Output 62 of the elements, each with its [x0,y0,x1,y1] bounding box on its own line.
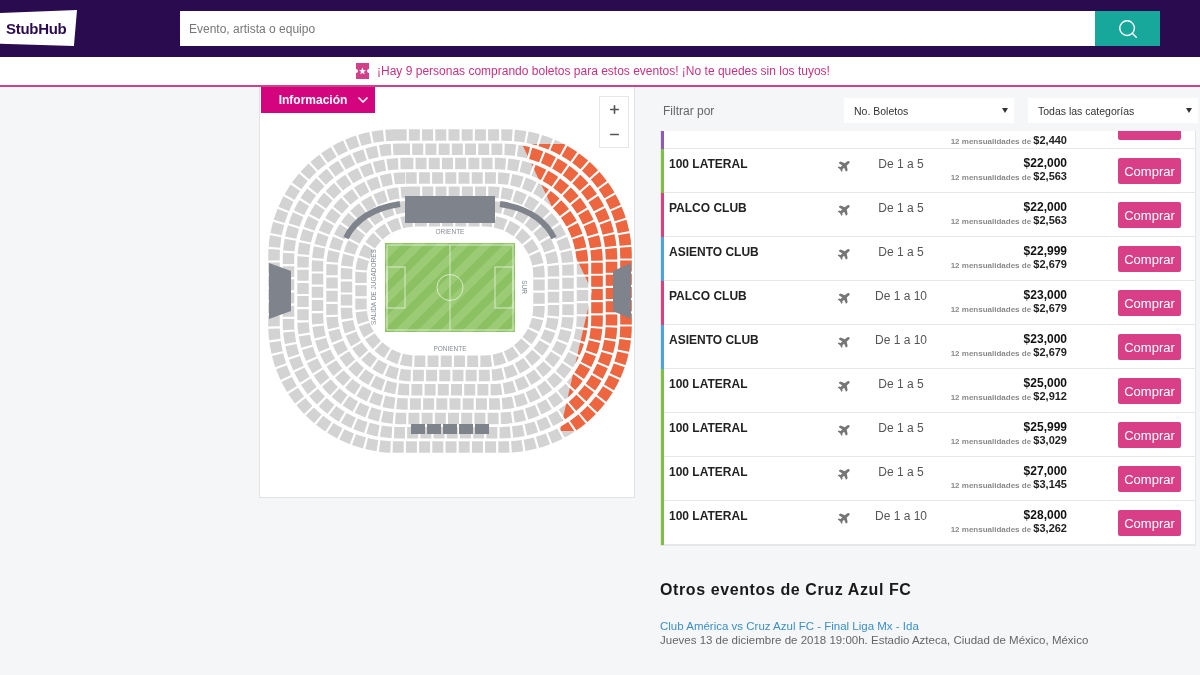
section-name: 100 LATERAL [669,509,749,523]
price: $22,000 [1023,200,1067,214]
installments-text: 12 mensualidades de $2,912 [950,390,1067,404]
section-name: 100 LATERAL [669,465,749,479]
search-field[interactable]: Evento, artista o equipo [180,11,1095,46]
plus-icon [607,103,621,116]
installments-text: 12 mensualidades de $3,145 [950,478,1067,492]
installments-text: 12 mensualidades de $2,563 [950,170,1067,184]
installments-text: 12 mensualidades de $2,563 [950,214,1067,228]
section-name: 100 LATERAL [669,157,749,171]
quantity-range: De 1 a 5 [878,465,924,479]
buy-button[interactable]: Comprar [1118,422,1181,448]
installments-text: 12 mensualidades de $3,262 [950,522,1067,536]
ticket-icon [356,63,370,79]
installments-text: 12 mensualidades de $2,440 [950,134,1067,148]
buy-button[interactable]: Comprar [1118,510,1181,536]
quantity-range: De 1 a 5 [878,157,924,171]
buy-button[interactable]: Comprar [1118,246,1181,272]
installments-text: 12 mensualidades de $2,679 [950,258,1067,272]
info-tab[interactable]: Información [261,87,375,113]
logo[interactable]: StubHub [0,10,77,46]
search-button[interactable] [1095,11,1160,46]
filter-label: Filtrar por [662,103,716,118]
price: $22,999 [1023,244,1067,258]
event-link[interactable]: Club América vs Cruz Azul FC - Final Liga Mx - Ida [660,620,919,632]
section-name: 100 LATERAL [669,421,749,435]
buy-button[interactable]: Comprar [1118,202,1181,228]
section-heading: Otros eventos de Cruz Azul FC [660,581,913,599]
price: $23,000 [1023,332,1067,346]
caret-icon [1002,108,1008,113]
section-name: PALCO CLUB [669,289,748,303]
quantity-range: De 1 a 5 [878,377,924,391]
quantity-range: De 1 a 10 [874,509,927,523]
quantity-range: De 1 a 10 [874,333,927,347]
price: $23,000 [1023,288,1067,302]
section-name: 100 LATERAL [669,377,749,391]
price: $25,000 [1023,376,1067,390]
event-details: Jueves 13 de diciembre de 2018 19:00h. Estadio Azteca, Ciudad de México, México [660,634,1090,646]
price: $27,000 [1023,464,1067,478]
quantity-range: De 1 a 5 [878,245,924,259]
installments-text: 12 mensualidades de $2,679 [950,346,1067,360]
section-name: ASIENTO CLUB [669,333,760,347]
quantity-range: De 1 a 5 [878,201,924,215]
caret-icon [1186,108,1192,113]
quantity-range: De 1 a 5 [878,421,924,435]
buy-button[interactable]: Comprar [1118,466,1181,492]
price: $25,999 [1023,420,1067,434]
installments-text: 12 mensualidades de $3,029 [950,434,1067,448]
alert-message: ¡Hay 9 personas comprando boletos para estos eventos! ¡No te quedes sin los tuyos! [377,64,830,78]
filter-select[interactable]: Todas las categorías [1028,98,1198,123]
buy-button[interactable]: Comprar [1118,158,1181,184]
section-name: ASIENTO CLUB [669,245,760,259]
quantity-range: De 1 a 10 [874,289,927,303]
buy-button[interactable]: Comprar [1118,378,1181,404]
search-icon [1116,17,1139,40]
buy-button[interactable]: Comprar [1118,290,1181,316]
filter-select[interactable]: No. Boletos [844,98,1014,123]
price: $28,000 [1023,508,1067,522]
buy-button[interactable]: Comprar [1118,334,1181,360]
installments-text: 12 mensualidades de $2,679 [950,302,1067,316]
price: $22,000 [1023,156,1067,170]
section-name: PALCO CLUB [669,201,748,215]
